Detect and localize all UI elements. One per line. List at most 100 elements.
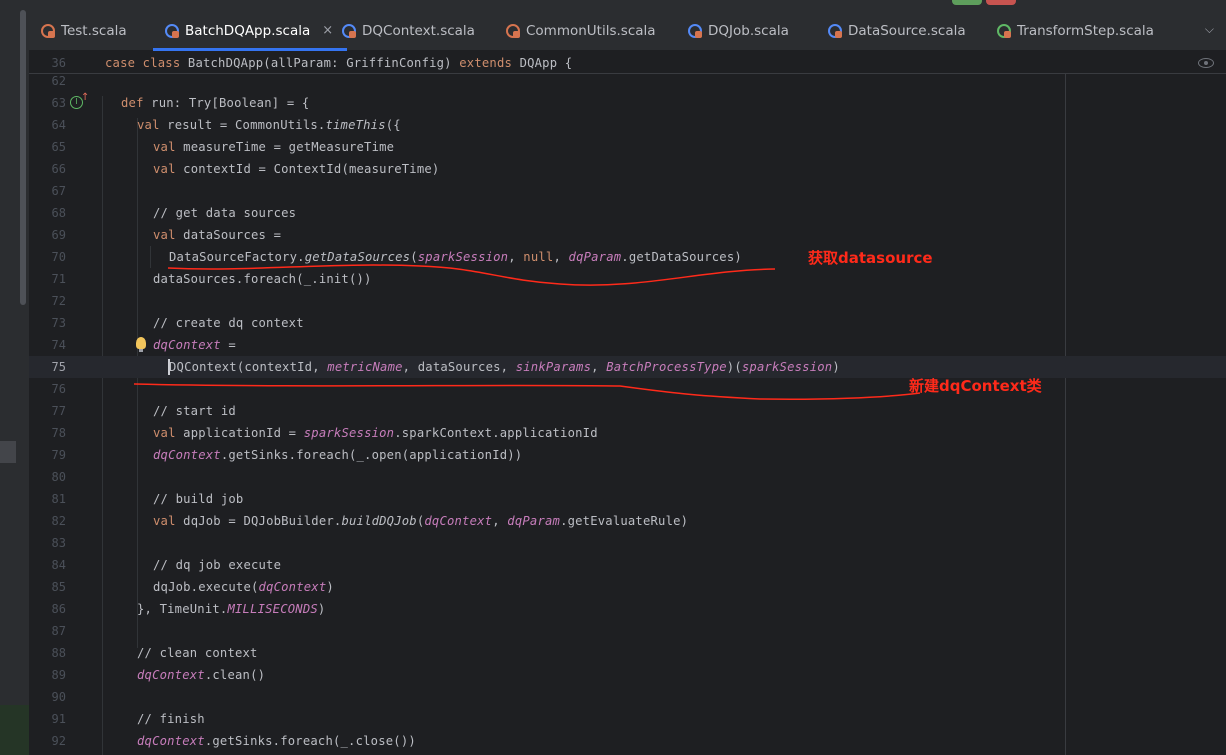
- line-number: 84: [51, 558, 66, 572]
- code-text: DataSourceFactory.getDataSources(sparkSe…: [169, 250, 742, 264]
- code-line-current[interactable]: 75 DQContext(contextId, metricName, data…: [29, 356, 1226, 378]
- stop-button[interactable]: [986, 0, 1016, 5]
- tab-dqcontext-scala[interactable]: DQContext.scala: [342, 13, 475, 51]
- project-tool-strip: [0, 0, 29, 755]
- arrow-up-icon: ↑: [81, 92, 90, 103]
- tab-batchdqapp-scala[interactable]: BatchDQApp.scala ×: [152, 13, 348, 51]
- code-comment: // dq job execute: [153, 558, 282, 572]
- code-line[interactable]: 64 val result = CommonUtils.timeThis({: [29, 114, 1226, 136]
- line-number: 78: [51, 426, 66, 440]
- scala-class-icon: [688, 24, 702, 38]
- scala-object-icon: [506, 24, 520, 38]
- code-line[interactable]: 87: [29, 620, 1226, 642]
- code-editor[interactable]: 36 case class BatchDQApp(allParam: Griff…: [29, 52, 1226, 755]
- code-line[interactable]: 70 DataSourceFactory.getDataSources(spar…: [29, 246, 1226, 268]
- scala-trait-icon: [997, 24, 1011, 38]
- scala-object-icon: [41, 24, 55, 38]
- code-line[interactable]: 91 // finish: [29, 708, 1226, 730]
- code-line[interactable]: 81 // build job: [29, 488, 1226, 510]
- line-number: 71: [51, 272, 66, 286]
- code-text: def run: Try[Boolean] = {: [121, 96, 310, 110]
- line-number: 80: [51, 470, 66, 484]
- tab-label: TransformStep.scala: [1017, 23, 1154, 39]
- line-number: 90: [51, 690, 66, 704]
- code-text: val applicationId = sparkSession.sparkCo…: [153, 426, 598, 440]
- tab-test-scala[interactable]: Test.scala: [41, 13, 127, 51]
- code-line[interactable]: 73 // create dq context: [29, 312, 1226, 334]
- code-line[interactable]: 83: [29, 532, 1226, 554]
- code-line[interactable]: 79 dqContext.getSinks.foreach(_.open(app…: [29, 444, 1226, 466]
- line-number: 89: [51, 668, 66, 682]
- code-line[interactable]: 66 val contextId = ContextId(measureTime…: [29, 158, 1226, 180]
- chevron-down-icon[interactable]: ⌵: [1205, 22, 1214, 37]
- code-line[interactable]: 71 dataSources.foreach(_.init()): [29, 268, 1226, 290]
- line-number: 73: [51, 316, 66, 330]
- line-number: 66: [51, 162, 66, 176]
- scala-class-icon: [165, 24, 179, 38]
- line-number: 92: [51, 734, 66, 748]
- code-comment: // create dq context: [153, 316, 304, 330]
- code-line[interactable]: 65 val measureTime = getMeasureTime: [29, 136, 1226, 158]
- annotation-datasource: 获取datasource: [808, 249, 933, 267]
- tab-dqjob-scala[interactable]: DQJob.scala: [688, 13, 789, 51]
- line-number: 79: [51, 448, 66, 462]
- tool-strip-scrollbar[interactable]: [20, 10, 26, 305]
- editor-tab-bar: Test.scala BatchDQApp.scala × DQContext.…: [29, 0, 1226, 51]
- annotation-dqcontext: 新建dqContext类: [909, 377, 1042, 395]
- code-line[interactable]: 84 // dq job execute: [29, 554, 1226, 576]
- code-text: dqContext =: [153, 338, 236, 352]
- code-comment: // clean context: [137, 646, 258, 660]
- code-line[interactable]: 69 val dataSources =: [29, 224, 1226, 246]
- code-text: dqContext.clean(): [137, 668, 266, 682]
- line-number: 91: [51, 712, 66, 726]
- code-line[interactable]: 78 val applicationId = sparkSession.spar…: [29, 422, 1226, 444]
- line-number: 87: [51, 624, 66, 638]
- line-number: 77: [51, 404, 66, 418]
- code-line[interactable]: 80: [29, 466, 1226, 488]
- line-number: 63: [51, 96, 66, 110]
- line-number: 82: [51, 514, 66, 528]
- code-comment: // get data sources: [153, 206, 297, 220]
- code-line[interactable]: 62: [29, 70, 1226, 92]
- code-text: dqContext.getSinks.foreach(_.open(applic…: [153, 448, 523, 462]
- code-comment: // build job: [153, 492, 244, 506]
- scala-class-icon: [342, 24, 356, 38]
- code-line[interactable]: 72: [29, 290, 1226, 312]
- code-text: val result = CommonUtils.timeThis({: [137, 118, 401, 132]
- code-line[interactable]: 85 dqJob.execute(dqContext): [29, 576, 1226, 598]
- line-number: 70: [51, 250, 66, 264]
- line-number: 64: [51, 118, 66, 132]
- code-comment: // finish: [137, 712, 205, 726]
- line-number: 65: [51, 140, 66, 154]
- code-text: val dataSources =: [153, 228, 282, 242]
- code-text: dqJob.execute(dqContext): [153, 580, 334, 594]
- code-line[interactable]: 82 val dqJob = DQJobBuilder.buildDQJob(d…: [29, 510, 1226, 532]
- code-line[interactable]: 77 // start id: [29, 400, 1226, 422]
- close-icon[interactable]: ×: [322, 23, 333, 38]
- code-text: val measureTime = getMeasureTime: [153, 140, 395, 154]
- code-line[interactable]: 76: [29, 378, 1226, 400]
- tab-label: DQContext.scala: [362, 23, 475, 39]
- lightbulb-icon[interactable]: [136, 337, 146, 352]
- run-button[interactable]: [952, 0, 982, 5]
- scala-class-icon: [828, 24, 842, 38]
- tab-label: BatchDQApp.scala: [185, 23, 311, 39]
- code-line[interactable]: 68 // get data sources: [29, 202, 1226, 224]
- eye-icon[interactable]: [1198, 58, 1214, 68]
- code-text: DQContext(contextId, metricName, dataSou…: [169, 360, 840, 374]
- tab-label: Test.scala: [61, 23, 127, 39]
- code-line[interactable]: 74 dqContext =: [29, 334, 1226, 356]
- code-line[interactable]: 88 // clean context: [29, 642, 1226, 664]
- tool-strip-marker: [0, 441, 16, 463]
- code-line[interactable]: 89 dqContext.clean(): [29, 664, 1226, 686]
- code-line[interactable]: 63 I ↑ def run: Try[Boolean] = {: [29, 92, 1226, 114]
- code-line[interactable]: 92 dqContext.getSinks.foreach(_.close()): [29, 730, 1226, 752]
- code-line[interactable]: 86 }, TimeUnit.MILLISECONDS): [29, 598, 1226, 620]
- tab-commonutils-scala[interactable]: CommonUtils.scala: [506, 13, 656, 51]
- tab-transformstep-scala[interactable]: TransformStep.scala: [997, 13, 1154, 51]
- code-line[interactable]: 67: [29, 180, 1226, 202]
- tab-datasource-scala[interactable]: DataSource.scala: [828, 13, 966, 51]
- code-text: dataSources.foreach(_.init()): [153, 272, 372, 286]
- tab-label: CommonUtils.scala: [526, 23, 656, 39]
- code-line[interactable]: 90: [29, 686, 1226, 708]
